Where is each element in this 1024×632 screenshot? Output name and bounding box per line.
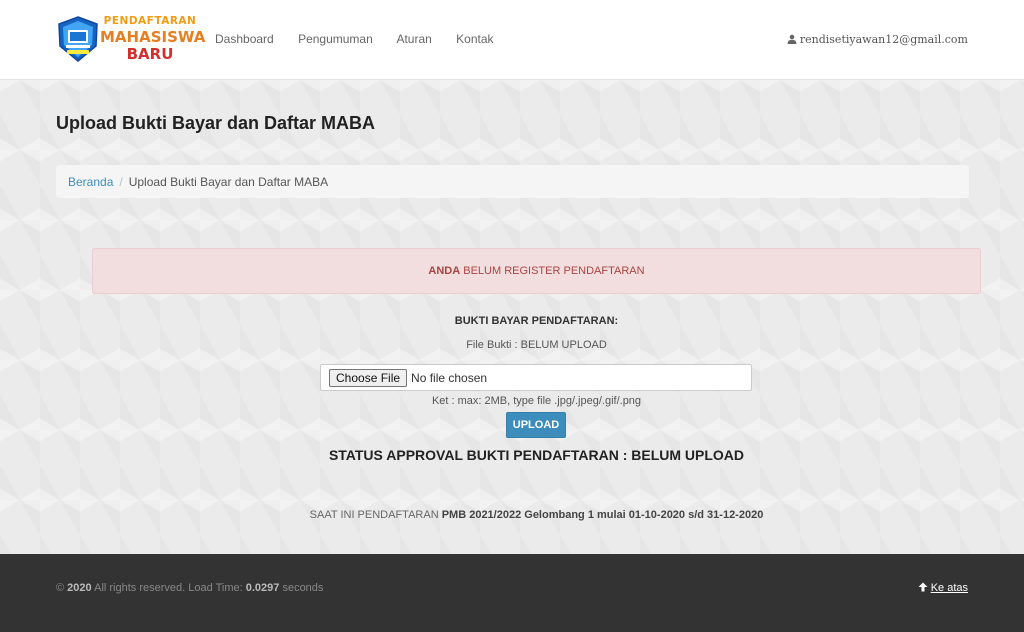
form-heading: BUKTI BAYAR PENDAFTARAN:: [454, 315, 619, 327]
upload-button[interactable]: UPLOAD: [506, 412, 566, 438]
footer-copyright: © 2020 All rights reserved. Load Time: 0…: [56, 582, 323, 594]
logo-line-2: MAHASISWA: [100, 27, 206, 46]
navbar: PENDAFTARAN MAHASISWA BARU Dashboard Pen…: [0, 0, 1024, 80]
breadcrumb-separator: /: [119, 175, 123, 189]
footer: © 2020 All rights reserved. Load Time: 0…: [0, 554, 1024, 632]
breadcrumb-current: Upload Bukti Bayar dan Daftar MABA: [128, 175, 329, 189]
period-detail: PMB 2021/2022 Gelombang 1 mulai 01-10-20…: [441, 509, 764, 521]
alert-text: BELUM REGISTER PENDAFTARAN: [460, 265, 645, 277]
alert-not-registered: ANDA BELUM REGISTER PENDAFTARAN: [92, 248, 981, 294]
logo-text: PENDAFTARAN MAHASISWA BARU: [100, 15, 206, 63]
user-email: rendisetiyawan12@gmail.com: [799, 33, 968, 46]
back-to-top-link[interactable]: Ke atas: [918, 582, 968, 594]
logo-emblem-icon: [58, 16, 98, 62]
period-prefix: SAAT INI PENDAFTARAN: [309, 509, 442, 521]
breadcrumb-home[interactable]: Beranda: [68, 175, 113, 189]
nav-links: Dashboard Pengumuman Aturan Kontak: [215, 32, 515, 46]
arrow-up-icon: [918, 582, 928, 592]
file-input[interactable]: Choose File No file chosen: [320, 364, 752, 391]
nav-pengumuman[interactable]: Pengumuman: [298, 32, 373, 46]
choose-file-button[interactable]: Choose File: [329, 369, 408, 387]
site-logo[interactable]: PENDAFTARAN MAHASISWA BARU: [56, 14, 205, 64]
page-title: Upload Bukti Bayar dan Daftar MABA: [56, 113, 376, 133]
user-icon: [787, 34, 797, 44]
approval-status: STATUS APPROVAL BUKTI PENDAFTARAN : BELU…: [328, 447, 745, 463]
file-placeholder: No file chosen: [411, 371, 488, 385]
copy-year: 2020: [67, 582, 92, 594]
copy-prefix: ©: [56, 582, 68, 594]
nav-aturan[interactable]: Aturan: [396, 32, 431, 46]
copy-suffix: seconds: [279, 582, 324, 594]
breadcrumb: Beranda / Upload Bukti Bayar dan Daftar MA…: [56, 165, 969, 198]
copy-mid: All rights reserved. Load Time:: [91, 582, 246, 594]
alert-strong: ANDA: [428, 265, 461, 277]
user-menu[interactable]: rendisetiyawan12@gmail.com: [787, 33, 968, 46]
file-status: File Bukti : BELUM UPLOAD: [466, 339, 607, 351]
back-to-top-label: Ke atas: [930, 582, 968, 594]
file-note: Ket : max: 2MB, type file .jpg/.jpeg/.gi…: [431, 395, 642, 407]
load-time: 0.0297: [245, 582, 280, 594]
nav-kontak[interactable]: Kontak: [456, 32, 493, 46]
nav-dashboard[interactable]: Dashboard: [215, 32, 274, 46]
logo-line-3: BARU: [126, 44, 174, 63]
registration-period: SAAT INI PENDAFTARAN PMB 2021/2022 Gelom…: [92, 509, 981, 521]
logo-line-1: PENDAFTARAN: [103, 15, 197, 27]
